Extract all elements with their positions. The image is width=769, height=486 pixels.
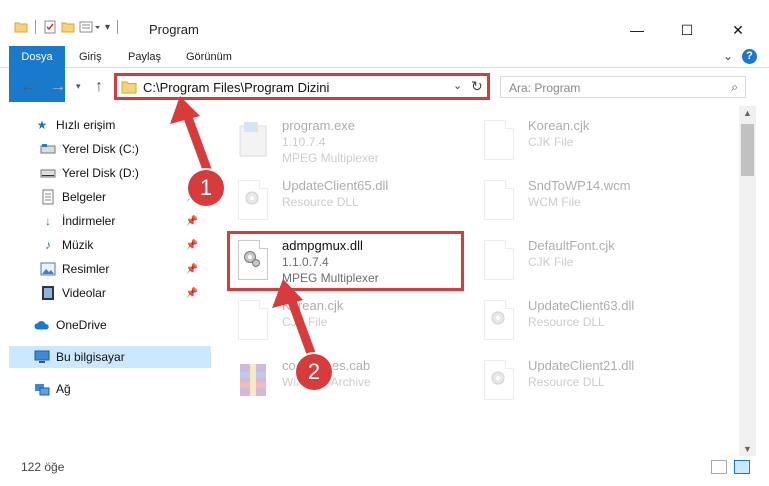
callout-step-2: 2 (296, 354, 332, 390)
vertical-scrollbar[interactable]: ▲ ▼ (739, 106, 756, 456)
arrow-1-head (170, 96, 200, 124)
arrow-1 (181, 107, 213, 177)
status-bar: 122 öğe (0, 456, 769, 478)
large-icons-view-icon[interactable] (734, 460, 750, 474)
scroll-down-icon[interactable]: ▼ (739, 444, 756, 454)
scrollbar-thumb[interactable] (741, 124, 754, 176)
arrow-2-head (272, 279, 303, 308)
annotation-arrows (170, 96, 317, 361)
item-count: 122 öğe (21, 460, 65, 474)
callout-step-1: 1 (188, 170, 224, 206)
scroll-up-icon[interactable]: ▲ (739, 108, 756, 118)
arrow-2 (285, 291, 317, 361)
details-view-icon[interactable] (711, 460, 727, 474)
